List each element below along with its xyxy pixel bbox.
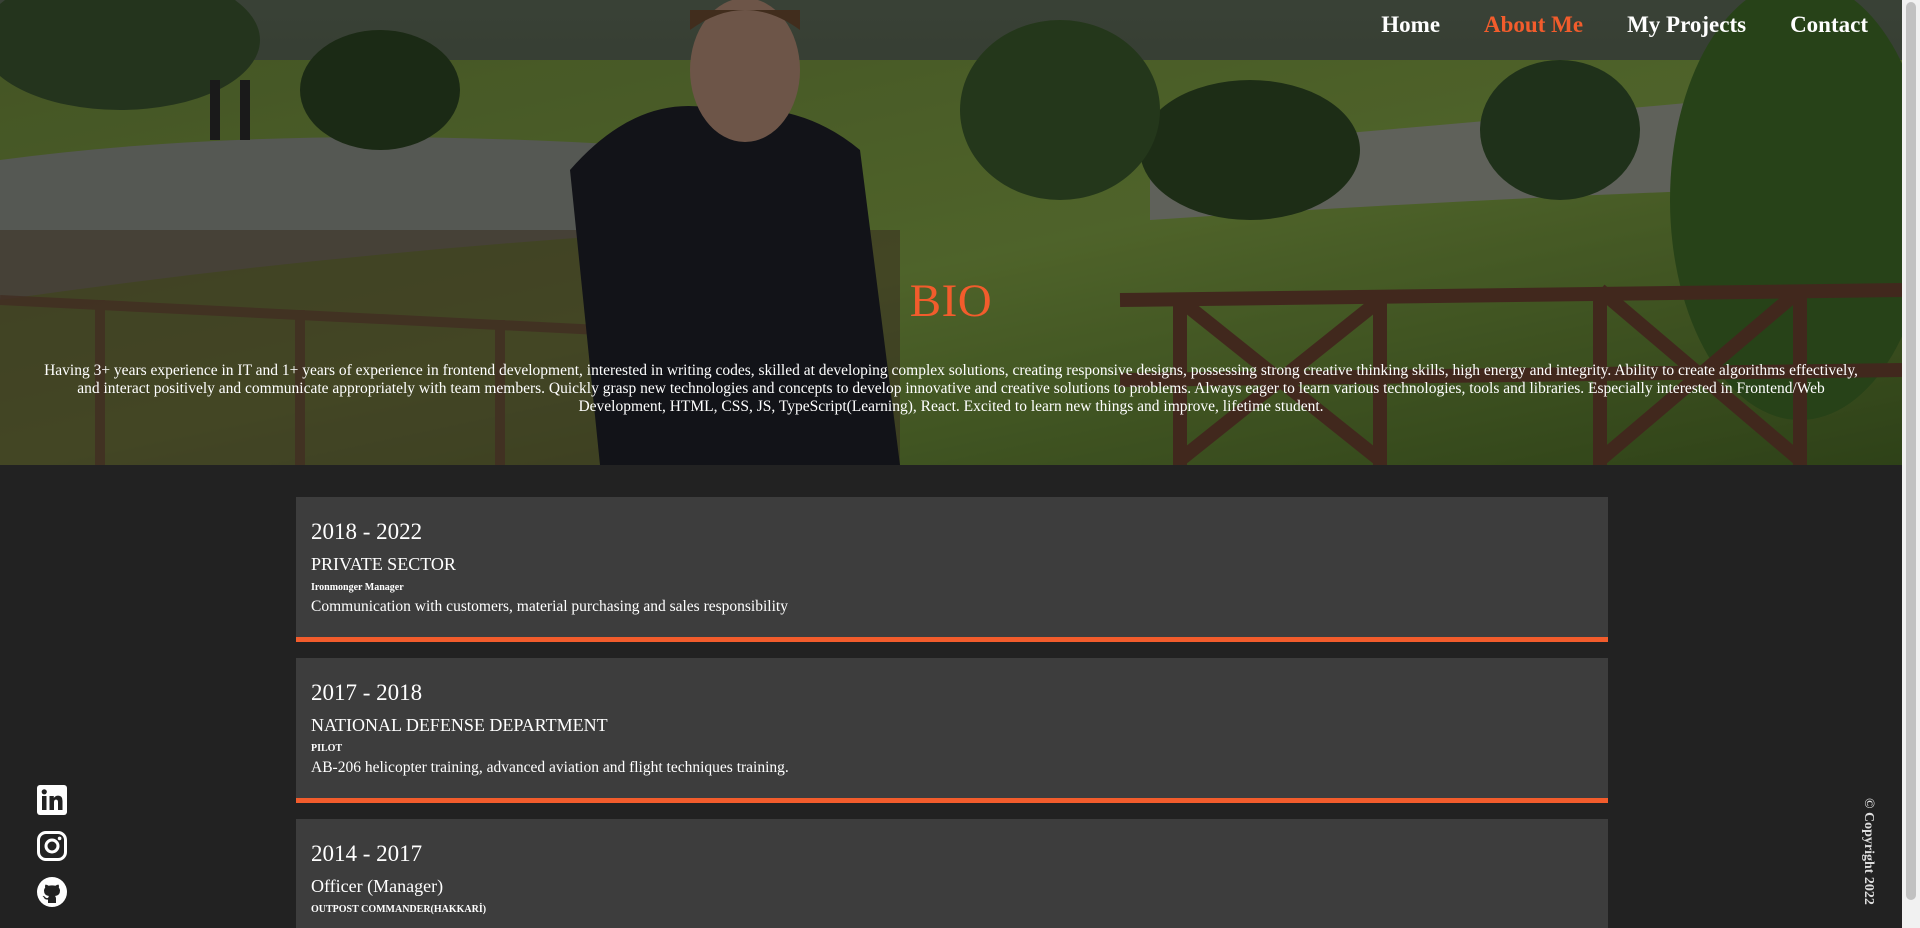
card-description: AB-206 helicopter training, advanced avi… — [311, 759, 789, 776]
social-links — [36, 784, 68, 908]
card-role: Ironmonger Manager — [311, 582, 404, 593]
main-nav: Home About Me My Projects Contact — [1381, 8, 1868, 41]
nav-projects-link[interactable]: My Projects — [1627, 8, 1746, 41]
nav-contact-link[interactable]: Contact — [1790, 8, 1868, 41]
card-role: OUTPOST COMMANDER(HAKKARİ) — [311, 904, 487, 915]
scrollbar-thumb[interactable] — [1906, 2, 1916, 900]
nav-home-link[interactable]: Home — [1381, 8, 1440, 41]
instagram-icon[interactable] — [36, 830, 68, 862]
page: Home About Me My Projects Contact BIO Ha… — [0, 0, 1920, 928]
copyright-text: © Copyright 2022 — [1861, 798, 1876, 905]
timeline-card: 2017 - 2018 NATIONAL DEFENSE DEPARTMENT … — [296, 658, 1608, 803]
experience-timeline: 2018 - 2022 PRIVATE SECTOR Ironmonger Ma… — [296, 497, 1608, 928]
card-organization: PRIVATE SECTOR — [311, 554, 456, 574]
vertical-scrollbar[interactable] — [1902, 0, 1920, 928]
linkedin-icon[interactable] — [36, 784, 68, 816]
github-icon[interactable] — [36, 876, 68, 908]
card-organization: Officer (Manager) — [311, 876, 444, 896]
card-role: PILOT — [311, 743, 343, 754]
card-organization: NATIONAL DEFENSE DEPARTMENT — [311, 715, 608, 735]
card-years: 2014 - 2017 — [311, 841, 423, 866]
card-description: Communication with customers, material p… — [311, 598, 788, 615]
card-years: 2017 - 2018 — [311, 680, 423, 705]
hero-section: Home About Me My Projects Contact BIO Ha… — [0, 0, 1902, 465]
timeline-card: 2018 - 2022 PRIVATE SECTOR Ironmonger Ma… — [296, 497, 1608, 642]
bio-text: Having 3+ years experience in IT and 1+ … — [44, 362, 1858, 415]
bio-title: BIO — [909, 275, 993, 327]
card-years: 2018 - 2022 — [311, 519, 423, 544]
nav-about-link[interactable]: About Me — [1484, 8, 1583, 41]
timeline-card: 2014 - 2017 Officer (Manager) OUTPOST CO… — [296, 819, 1608, 928]
